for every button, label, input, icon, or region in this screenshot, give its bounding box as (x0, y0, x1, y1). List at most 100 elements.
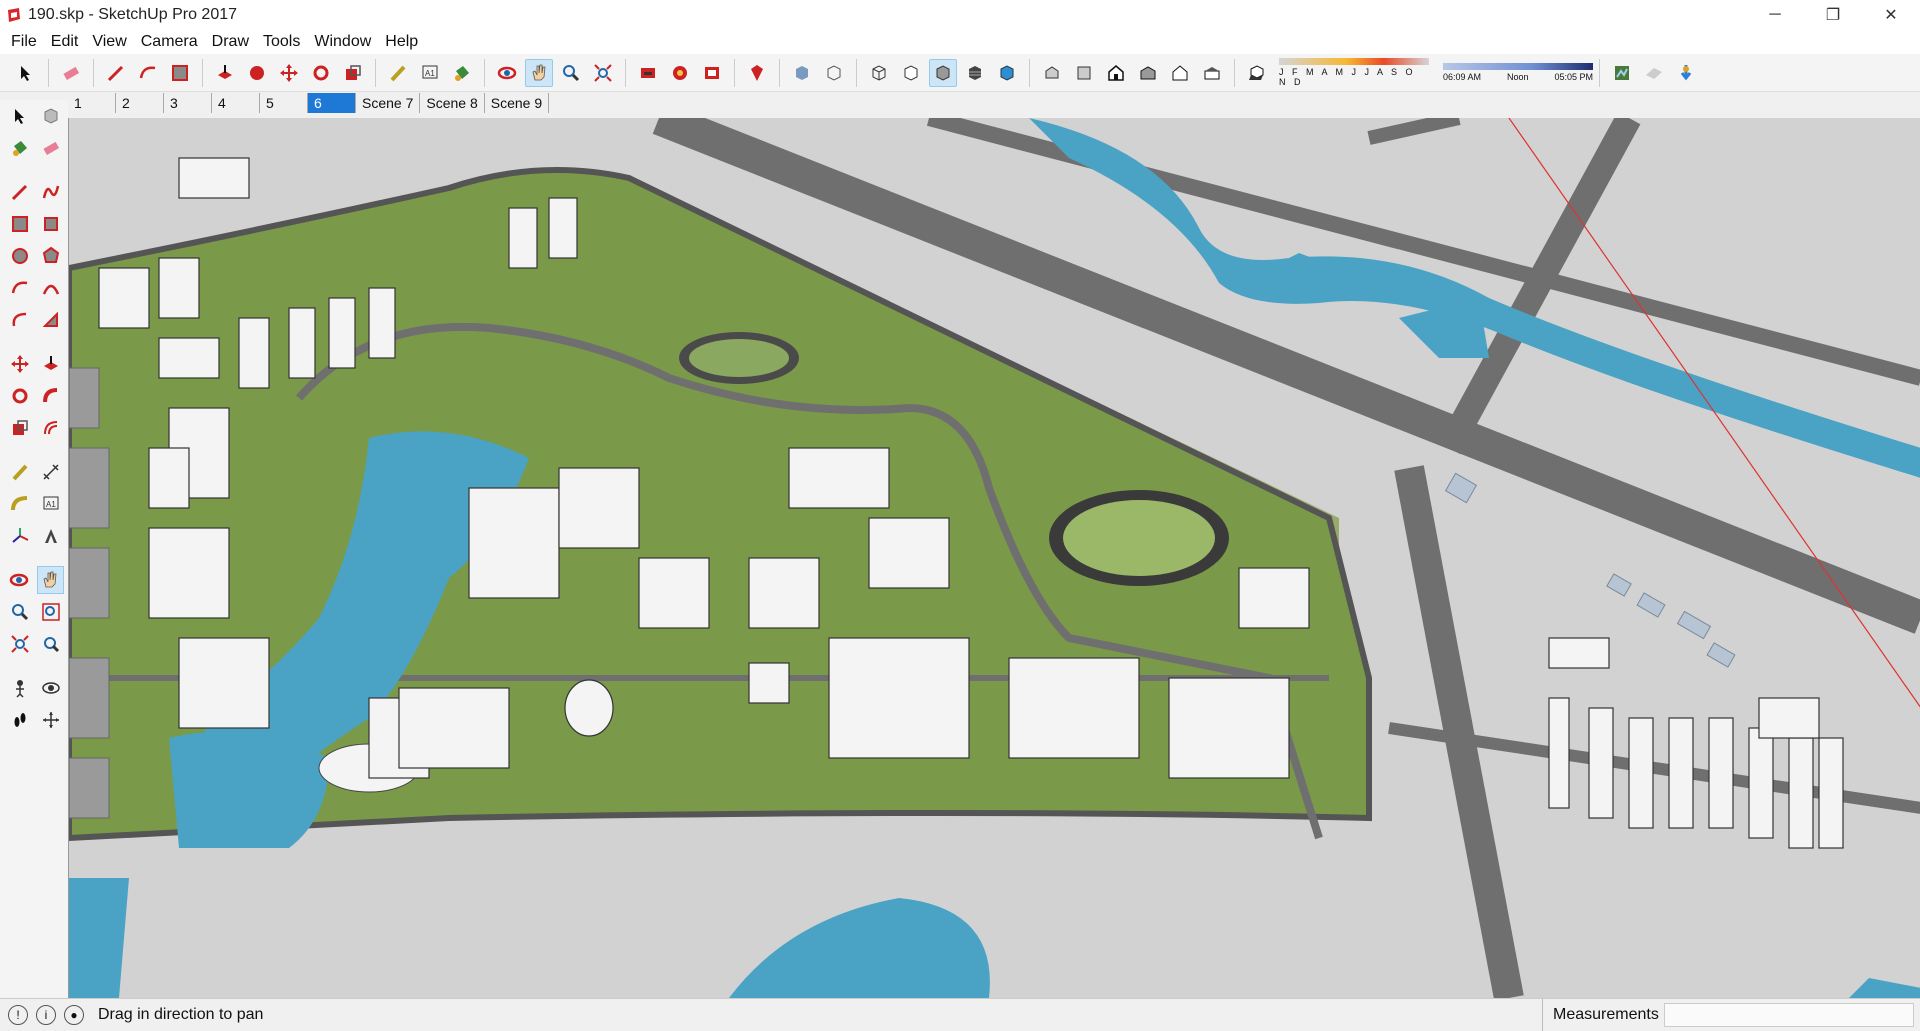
orbit-icon[interactable] (493, 59, 521, 87)
menu-help[interactable]: Help (378, 33, 425, 51)
rotate-tool-icon[interactable] (307, 59, 335, 87)
measurements-input[interactable] (1664, 1003, 1914, 1027)
select-icon[interactable] (6, 102, 33, 130)
two-point-arc-icon[interactable] (37, 274, 64, 302)
zoom-window-icon[interactable] (37, 598, 64, 626)
scene-tab-6[interactable]: 6 (308, 93, 356, 113)
offset-tool-icon[interactable] (37, 414, 64, 442)
shaded-textures-style-icon[interactable] (961, 59, 989, 87)
3d-text-icon[interactable] (37, 522, 64, 550)
shadows-toggle-icon[interactable] (1243, 59, 1271, 87)
line-tool-icon[interactable] (102, 59, 130, 87)
xray-style-icon[interactable] (788, 59, 816, 87)
dimension-tool-icon[interactable] (37, 458, 64, 486)
model-viewport[interactable] (68, 118, 1920, 998)
restore-button[interactable]: ❐ (1804, 0, 1862, 30)
paint-bucket-icon[interactable] (6, 134, 33, 162)
toggle-terrain-icon[interactable] (1640, 59, 1668, 87)
arc-tool-icon[interactable] (6, 274, 33, 302)
look-around-icon[interactable] (37, 674, 64, 702)
text-tool-icon[interactable]: A1 (416, 59, 444, 87)
zoom-icon[interactable] (557, 59, 585, 87)
axes-tool-icon[interactable] (6, 522, 33, 550)
scene-tab-8[interactable]: Scene 8 (420, 93, 485, 113)
move-tool-icon[interactable] (275, 59, 303, 87)
scene-tab-5[interactable]: 5 (260, 93, 308, 113)
position-camera-icon[interactable] (6, 674, 33, 702)
monochrome-style-icon[interactable] (993, 59, 1021, 87)
close-button[interactable]: ✕ (1862, 0, 1920, 30)
tape-measure-icon[interactable] (384, 59, 412, 87)
pan-hand-icon[interactable] (525, 58, 553, 87)
protractor-icon[interactable] (6, 490, 33, 518)
section-plane-icon[interactable] (37, 706, 64, 734)
pie-tool-icon[interactable] (37, 306, 64, 334)
hidden-line-style-icon[interactable] (897, 59, 925, 87)
rotate-tool-icon[interactable] (6, 382, 33, 410)
photo-textures-icon[interactable] (1672, 59, 1700, 87)
freehand-icon[interactable] (37, 178, 64, 206)
push-pull-icon[interactable] (211, 59, 239, 87)
back-view-icon[interactable] (1166, 59, 1194, 87)
menu-camera[interactable]: Camera (134, 33, 205, 51)
zoom-extents-icon[interactable] (6, 630, 33, 658)
eraser-icon[interactable] (57, 59, 85, 87)
wireframe-style-icon[interactable] (865, 59, 893, 87)
paint-bucket-icon[interactable] (448, 59, 476, 87)
previous-view-icon[interactable] (37, 630, 64, 658)
shaded-style-icon[interactable] (929, 58, 957, 87)
scale-tool-icon[interactable] (6, 414, 33, 442)
rotated-rectangle-icon[interactable] (37, 210, 64, 238)
extension-warehouse-icon[interactable] (698, 59, 726, 87)
circle-tool-icon[interactable] (6, 242, 33, 270)
make-component-icon[interactable] (37, 102, 64, 130)
tape-measure-icon[interactable] (6, 458, 33, 486)
line-tool-icon[interactable] (6, 178, 33, 206)
scene-tab-9[interactable]: Scene 9 (485, 93, 550, 113)
scene-tab-3[interactable]: 3 (164, 93, 212, 113)
menu-file[interactable]: File (4, 33, 44, 51)
move-tool-icon[interactable] (6, 350, 33, 378)
walk-icon[interactable] (6, 706, 33, 734)
shadow-date-slider[interactable]: J F M A M J J A S O N D (1279, 58, 1429, 87)
warehouse-icon[interactable] (634, 59, 662, 87)
back-edges-icon[interactable] (820, 59, 848, 87)
shadow-time-slider[interactable]: 06:09 AM Noon 05:05 PM (1443, 63, 1593, 82)
push-pull-icon[interactable] (37, 350, 64, 378)
text-tool-icon[interactable]: A1 (37, 490, 64, 518)
right-view-icon[interactable] (1134, 59, 1162, 87)
rectangle-tool-icon[interactable] (6, 210, 33, 238)
menu-edit[interactable]: Edit (44, 33, 86, 51)
polygon-tool-icon[interactable] (37, 242, 64, 270)
left-view-icon[interactable] (1198, 59, 1226, 87)
follow-me-icon[interactable] (243, 59, 271, 87)
scene-tab-4[interactable]: 4 (212, 93, 260, 113)
zoom-extents-icon[interactable] (589, 59, 617, 87)
rectangle-tool-icon[interactable] (166, 59, 194, 87)
geo-location-icon[interactable]: ! (8, 1004, 28, 1025)
credits-icon[interactable]: i (36, 1004, 56, 1025)
scene-tab-7[interactable]: Scene 7 (356, 93, 421, 113)
add-location-icon[interactable] (1608, 59, 1636, 87)
zoom-icon[interactable] (6, 598, 33, 626)
share-model-icon[interactable] (666, 59, 694, 87)
scene-tab-1[interactable]: 1 (68, 93, 116, 113)
iso-view-icon[interactable] (1038, 59, 1066, 87)
front-view-icon[interactable] (1102, 59, 1130, 87)
follow-me-icon[interactable] (37, 382, 64, 410)
ruby-console-icon[interactable] (743, 59, 771, 87)
select-tool-icon[interactable] (12, 59, 40, 87)
eraser-icon[interactable] (37, 134, 64, 162)
top-view-icon[interactable] (1070, 59, 1098, 87)
scale-tool-icon[interactable] (339, 59, 367, 87)
menu-window[interactable]: Window (307, 33, 378, 51)
arc-tool-icon[interactable] (134, 59, 162, 87)
menu-draw[interactable]: Draw (205, 33, 256, 51)
user-account-icon[interactable]: ● (64, 1004, 84, 1025)
pan-hand-icon[interactable] (36, 566, 64, 594)
three-point-arc-icon[interactable] (6, 306, 33, 334)
menu-tools[interactable]: Tools (256, 33, 307, 51)
minimize-button[interactable]: ─ (1746, 0, 1804, 30)
scene-tab-2[interactable]: 2 (116, 93, 164, 113)
menu-view[interactable]: View (85, 33, 133, 51)
